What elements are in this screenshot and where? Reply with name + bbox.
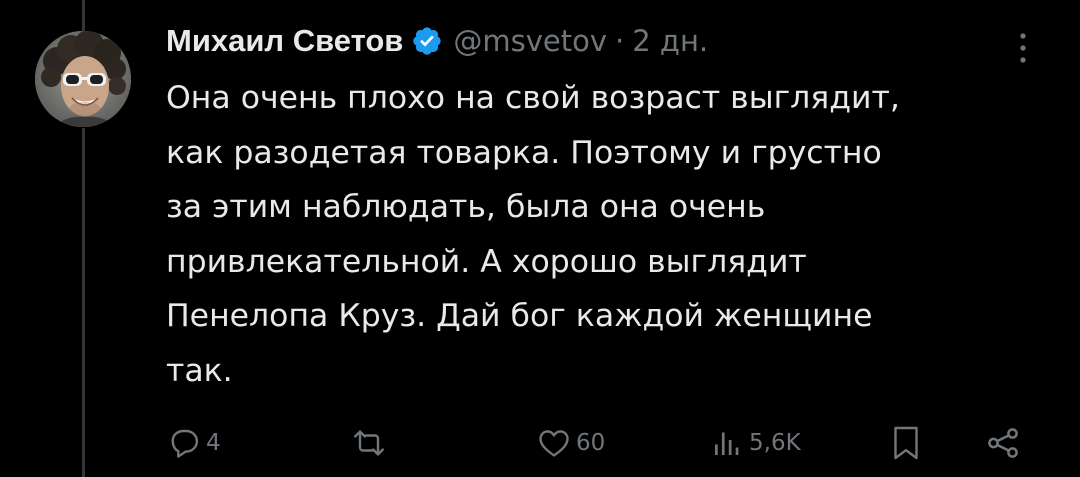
like-count: 60 [576,430,606,456]
share-icon [988,428,1018,458]
separator-dot: · [615,24,625,58]
views-count: 5,6K [749,430,801,456]
tweet-actions: 4 60 5,6K [166,418,1030,468]
heart-icon [539,430,569,457]
tweet[interactable]: Михаил Светов @msvetov · 2 дн. Она очень… [166,20,1056,398]
reply-icon [171,429,199,458]
author-handle[interactable]: @msvetov [453,24,607,58]
reply-button[interactable]: 4 [166,418,221,468]
author-name[interactable]: Михаил Светов [166,23,403,59]
avatar[interactable] [35,31,131,127]
tweet-time[interactable]: 2 дн. [632,24,708,58]
retweet-icon [354,430,384,456]
avatar-image [35,31,131,127]
like-button[interactable]: 60 [536,418,605,468]
tweet-text-line: так. [166,352,233,389]
more-vertical-icon[interactable] [1018,31,1028,65]
thread-line-bottom [82,128,85,477]
tweet-text-line: Она очень плохо на свой возраст выглядит… [166,80,900,116]
tweet-text-line: привлекательной. А хорошо выглядит [166,243,807,280]
tweet-text-line: как разодетая товарка. Поэтому и грустно [166,134,882,171]
views-icon [715,432,739,455]
thread-line-top [82,0,85,32]
bookmark-button[interactable] [888,418,924,468]
retweet-button[interactable] [350,418,392,468]
verified-badge-icon [411,25,443,57]
tweet-text-line: за этим наблюдать, была она очень [166,189,766,225]
tweet-header: Михаил Светов @msvetov · 2 дн. [166,20,1056,62]
share-button[interactable] [984,418,1022,468]
views-button[interactable]: 5,6K [709,418,801,468]
reply-count: 4 [206,430,221,456]
tweet-text: Она очень плохо на свой возраст выглядит… [166,71,1046,398]
bookmark-icon [894,426,918,460]
tweet-text-line: Пенелопа Круз. Дай бог каждой женщине [166,298,873,334]
